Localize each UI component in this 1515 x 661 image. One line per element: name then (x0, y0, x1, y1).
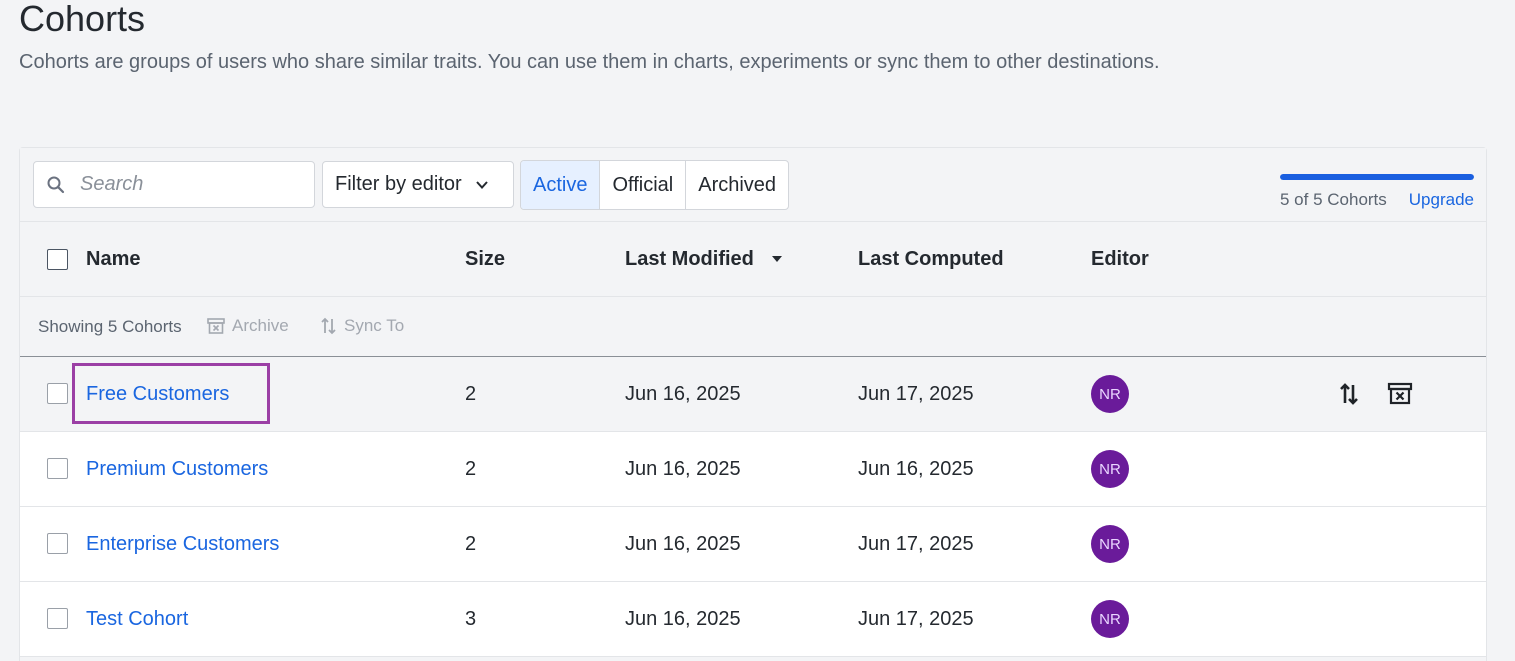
cohort-last-modified: Jun 16, 2025 (625, 608, 741, 630)
quota-progress-fill (1280, 174, 1474, 180)
column-header-last-computed[interactable]: Last Computed (858, 248, 1004, 271)
column-header-last-modified[interactable]: Last Modified (625, 248, 783, 271)
status-segmented-control: Active Official Archived (520, 160, 790, 210)
search-input[interactable] (80, 173, 300, 196)
table-row[interactable]: Enterprise Customers 2 Jun 16, 2025 Jun … (20, 507, 1486, 582)
bulk-action-bar: Showing 5 Cohorts Archive Sync To (20, 297, 1486, 357)
cohort-name-link[interactable]: Premium Customers (86, 458, 268, 481)
cohort-size: 2 (465, 458, 477, 480)
cohort-size: 2 (465, 383, 477, 405)
bulk-sync-button[interactable]: Sync To (320, 316, 404, 336)
row-checkbox[interactable] (47, 383, 68, 404)
cohort-last-modified: Jun 16, 2025 (625, 533, 741, 555)
cohort-last-modified: Jun 16, 2025 (625, 383, 741, 405)
row-checkbox[interactable] (47, 458, 68, 479)
tab-official[interactable]: Official (600, 161, 687, 209)
quota-text: 5 of 5 Cohorts (1280, 190, 1387, 209)
toolbar: Filter by editor Active Official Archive… (20, 148, 1486, 222)
cohort-size: 2 (465, 533, 477, 555)
cohort-name-link[interactable]: Enterprise Customers (86, 533, 279, 556)
quota-progress-bar (1280, 174, 1474, 180)
archive-icon[interactable] (1387, 381, 1413, 407)
column-header-editor[interactable]: Editor (1091, 248, 1149, 271)
cohort-name-link[interactable]: Test Cohort (86, 608, 188, 631)
row-checkbox[interactable] (47, 608, 68, 629)
showing-count: Showing 5 Cohorts (38, 317, 182, 336)
avatar: NR (1091, 375, 1129, 413)
archive-icon (207, 318, 225, 334)
select-all-checkbox[interactable] (47, 249, 68, 270)
bulk-archive-label: Archive (232, 316, 289, 335)
filter-by-editor-select[interactable]: Filter by editor (322, 161, 514, 208)
table-row[interactable]: Free Customers 2 Jun 16, 2025 Jun 17, 20… (20, 357, 1486, 432)
avatar: NR (1091, 600, 1129, 638)
cohort-last-computed: Jun 17, 2025 (858, 533, 974, 555)
tab-archived[interactable]: Archived (686, 161, 788, 209)
cohort-quota: 5 of 5 Cohorts Upgrade (1280, 174, 1474, 210)
sync-icon[interactable] (1338, 381, 1360, 407)
sync-icon (321, 317, 336, 335)
chevron-down-icon (475, 180, 488, 189)
search-icon (47, 176, 65, 193)
avatar: NR (1091, 450, 1129, 488)
cohort-last-computed: Jun 17, 2025 (858, 608, 974, 630)
search-box[interactable] (33, 161, 315, 208)
cohort-name-link[interactable]: Free Customers (86, 383, 229, 406)
table-row[interactable]: Test Cohort 3 Jun 16, 2025 Jun 17, 2025 … (20, 582, 1486, 657)
cohort-last-computed: Jun 16, 2025 (858, 458, 974, 480)
cohort-last-modified: Jun 16, 2025 (625, 458, 741, 480)
column-header-name[interactable]: Name (86, 248, 140, 271)
filter-label: Filter by editor (335, 173, 462, 195)
cohorts-card: Filter by editor Active Official Archive… (19, 147, 1487, 661)
table-header: Name Size Last Modified Last Computed Ed… (20, 222, 1486, 297)
avatar: NR (1091, 525, 1129, 563)
row-checkbox[interactable] (47, 533, 68, 554)
page-subtitle: Cohorts are groups of users who share si… (19, 51, 1160, 73)
sort-desc-icon (772, 256, 783, 263)
page-title: Cohorts (19, 0, 146, 39)
cohort-last-computed: Jun 17, 2025 (858, 383, 974, 405)
upgrade-link[interactable]: Upgrade (1409, 190, 1474, 210)
last-modified-label: Last Modified (625, 247, 754, 270)
bulk-archive-button[interactable]: Archive (206, 316, 289, 336)
bulk-sync-label: Sync To (344, 316, 405, 335)
tab-active[interactable]: Active (521, 161, 601, 209)
table-row[interactable]: Premium Customers 2 Jun 16, 2025 Jun 16,… (20, 432, 1486, 507)
cohort-size: 3 (465, 608, 477, 630)
cohorts-table: Name Size Last Modified Last Computed Ed… (20, 221, 1486, 657)
column-header-size[interactable]: Size (465, 248, 505, 271)
